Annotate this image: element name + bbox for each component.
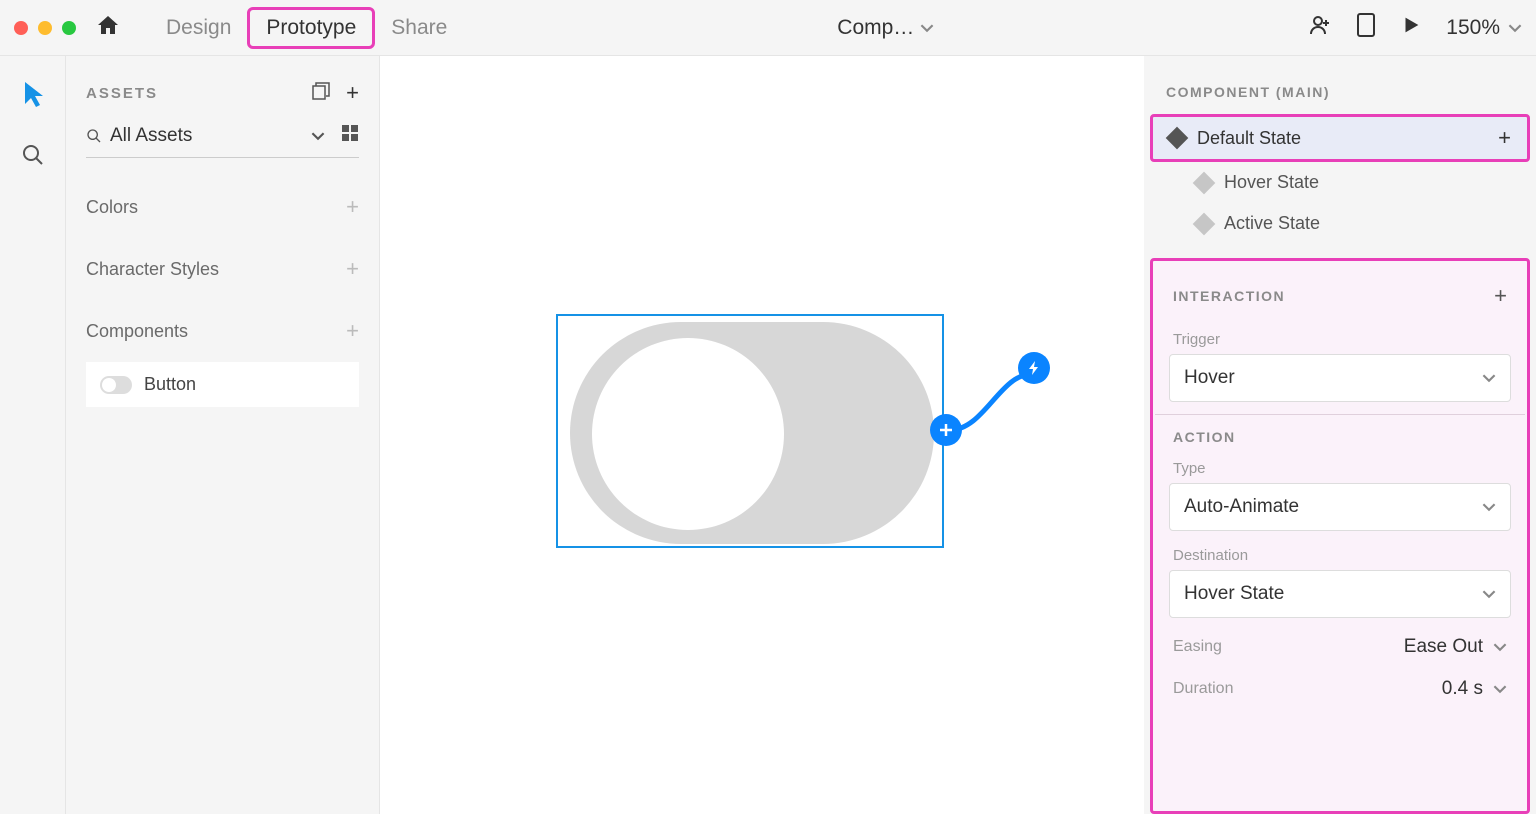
selected-artboard[interactable] bbox=[556, 314, 944, 548]
chevron-down-icon bbox=[1508, 21, 1522, 35]
home-icon[interactable] bbox=[96, 13, 120, 42]
topbar: Design Prototype Share Comp… 150% bbox=[0, 0, 1536, 56]
add-interaction-button[interactable]: + bbox=[1494, 283, 1507, 309]
colors-label: Colors bbox=[86, 197, 138, 218]
destination-select[interactable]: Hover State bbox=[1169, 570, 1511, 618]
components-label: Components bbox=[86, 321, 188, 342]
duration-label: Duration bbox=[1173, 680, 1233, 698]
easing-label: Easing bbox=[1173, 638, 1222, 656]
destination-label: Destination bbox=[1155, 539, 1525, 570]
toggle-track-shape[interactable] bbox=[570, 322, 934, 544]
add-charstyle-button[interactable]: + bbox=[346, 256, 359, 282]
component-item-label: Button bbox=[144, 374, 196, 395]
duration-row[interactable]: Duration 0.4 s bbox=[1155, 668, 1525, 710]
colors-section[interactable]: Colors + bbox=[86, 176, 359, 238]
document-title-text: Comp… bbox=[837, 16, 914, 40]
type-label: Type bbox=[1155, 452, 1525, 483]
window-controls bbox=[14, 21, 76, 35]
destination-value: Hover State bbox=[1184, 583, 1284, 605]
components-section[interactable]: Components + bbox=[86, 300, 359, 362]
tab-design[interactable]: Design bbox=[150, 10, 247, 46]
toggle-knob-shape[interactable] bbox=[592, 338, 784, 530]
state-default[interactable]: Default State + bbox=[1150, 114, 1530, 162]
maximize-window-button[interactable] bbox=[62, 21, 76, 35]
properties-panel: COMPONENT (MAIN) Default State + Hover S… bbox=[1144, 56, 1536, 814]
diamond-icon bbox=[1193, 212, 1216, 235]
chevron-down-icon bbox=[1482, 371, 1496, 385]
state-default-label: Default State bbox=[1197, 128, 1301, 149]
invite-user-icon[interactable] bbox=[1308, 13, 1332, 42]
assets-filter[interactable]: All Assets bbox=[86, 124, 359, 158]
trigger-value: Hover bbox=[1184, 367, 1235, 389]
chevron-down-icon bbox=[920, 21, 934, 35]
charstyles-section[interactable]: Character Styles + bbox=[86, 238, 359, 300]
select-tool-icon[interactable] bbox=[21, 80, 45, 113]
trigger-label: Trigger bbox=[1155, 323, 1525, 354]
add-component-button[interactable]: + bbox=[346, 318, 359, 344]
add-color-button[interactable]: + bbox=[346, 194, 359, 220]
play-icon[interactable] bbox=[1400, 14, 1422, 41]
component-item-button[interactable]: Button bbox=[86, 362, 359, 407]
device-preview-icon[interactable] bbox=[1356, 12, 1376, 43]
type-value: Auto-Animate bbox=[1184, 496, 1299, 518]
state-hover[interactable]: Hover State bbox=[1144, 162, 1536, 203]
connection-start-handle[interactable] bbox=[930, 414, 962, 446]
trigger-select[interactable]: Hover bbox=[1169, 354, 1511, 402]
charstyles-label: Character Styles bbox=[86, 259, 219, 280]
search-icon bbox=[86, 128, 102, 144]
component-section-title: COMPONENT (MAIN) bbox=[1144, 56, 1536, 114]
assets-panel: ASSETS + All Assets Colors + Character S… bbox=[66, 56, 380, 814]
duration-value: 0.4 s bbox=[1442, 678, 1483, 700]
state-active[interactable]: Active State bbox=[1144, 203, 1536, 244]
tool-rail bbox=[0, 56, 66, 814]
chevron-down-icon bbox=[311, 129, 325, 143]
canvas[interactable] bbox=[380, 56, 1144, 814]
add-state-button[interactable]: + bbox=[1498, 125, 1511, 151]
diamond-icon bbox=[1166, 127, 1189, 150]
zoom-value: 150% bbox=[1446, 16, 1500, 40]
toggle-thumbnail-icon bbox=[100, 376, 132, 394]
lightning-icon bbox=[1026, 360, 1042, 376]
grid-view-icon[interactable] bbox=[341, 124, 359, 147]
tab-prototype[interactable]: Prototype bbox=[247, 7, 375, 49]
zoom-dropdown[interactable]: 150% bbox=[1446, 16, 1522, 40]
assets-panel-title: ASSETS bbox=[86, 85, 158, 102]
easing-row[interactable]: Easing Ease Out bbox=[1155, 626, 1525, 668]
plus-icon bbox=[939, 423, 953, 437]
add-asset-button[interactable]: + bbox=[346, 80, 359, 106]
close-window-button[interactable] bbox=[14, 21, 28, 35]
state-active-label: Active State bbox=[1224, 213, 1320, 234]
document-title[interactable]: Comp… bbox=[463, 16, 1308, 40]
action-title: ACTION bbox=[1155, 427, 1525, 452]
tab-share[interactable]: Share bbox=[375, 10, 463, 46]
chevron-down-icon bbox=[1493, 682, 1507, 696]
assets-filter-text: All Assets bbox=[110, 125, 303, 147]
easing-value: Ease Out bbox=[1404, 636, 1483, 658]
diamond-icon bbox=[1193, 171, 1216, 194]
type-select[interactable]: Auto-Animate bbox=[1169, 483, 1511, 531]
state-hover-label: Hover State bbox=[1224, 172, 1319, 193]
minimize-window-button[interactable] bbox=[38, 21, 52, 35]
connection-end-handle[interactable] bbox=[1018, 352, 1050, 384]
chevron-down-icon bbox=[1482, 587, 1496, 601]
interaction-title: INTERACTION bbox=[1173, 288, 1285, 304]
library-icon[interactable] bbox=[312, 82, 330, 105]
search-icon[interactable] bbox=[21, 143, 45, 172]
chevron-down-icon bbox=[1482, 500, 1496, 514]
chevron-down-icon bbox=[1493, 640, 1507, 654]
interaction-panel: INTERACTION + Trigger Hover ACTION Type … bbox=[1150, 258, 1530, 814]
